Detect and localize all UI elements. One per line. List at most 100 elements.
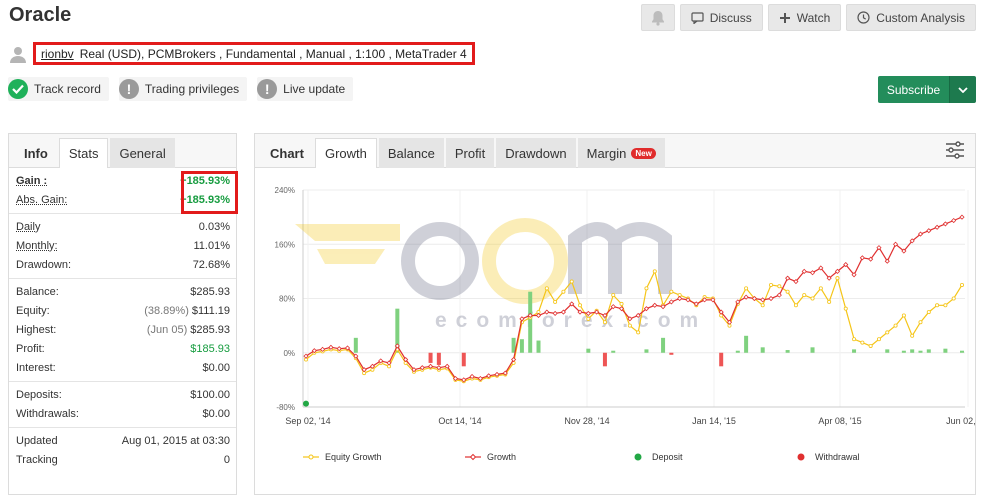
deposit-bar [611,350,616,353]
deposit-bar [536,340,541,353]
watch-label: Watch [796,10,831,25]
x-tick-label: Apr 08, '15 [818,416,861,426]
equity-growth-point [569,279,574,284]
growth-point [942,221,948,227]
tab-general[interactable]: General [110,138,175,168]
badge-live-update[interactable]: ! Live update [257,77,354,101]
equity-growth-point [561,289,566,294]
stat-value: $185.93 [190,342,230,355]
stat-balance: Balance: $285.93 [16,282,230,301]
legend-marker [469,453,477,461]
equity-growth-point [827,299,832,304]
equity-growth-point [876,337,881,342]
badge-label: Trading privileges [144,82,240,96]
stat-label[interactable]: Gain : [16,175,47,187]
gain-highlight-box [181,171,238,214]
exclamation-icon: ! [118,79,139,99]
stat-equity: Equity: (38.89%) $111.19 [16,301,230,320]
equity-growth-point [578,303,583,308]
withdrawal-bar [436,352,441,365]
growth-point [926,228,932,234]
growth-point [934,224,940,230]
tab-info[interactable]: Info [15,138,57,168]
deposit-bar [744,335,749,353]
stat-label: Highest: [16,323,57,336]
equity-growth-point [818,286,823,291]
legend-label: Withdrawal [815,452,860,462]
equity-growth-point [602,320,607,325]
equity-growth-point [852,337,857,342]
check-icon [8,79,28,99]
stat-profit: Profit: $185.93 [16,339,230,358]
account-details: Real (USD), PCMBrokers , Fundamental , M… [79,46,467,61]
y-tick-label: 80% [279,295,295,304]
stat-label: Tracking [16,453,58,466]
tab-margin[interactable]: Margin New [577,138,665,168]
x-tick-label: Oct 14, '14 [438,416,481,426]
x-tick-label: Nov 28, '14 [564,416,609,426]
tab-balance[interactable]: Balance [378,138,444,168]
deposit-bar [644,349,649,353]
new-badge: New [631,147,656,159]
equity-growth-point [835,276,840,281]
badge-trading-privileges[interactable]: ! Trading privileges [118,77,248,101]
notification-button[interactable] [640,4,675,31]
stat-label[interactable]: Monthly: [16,240,58,252]
account-details-box: rionbv Real (USD), PCMBrokers , Fundamen… [33,42,475,65]
username-link[interactable]: rionbv [41,47,74,61]
tab-stats[interactable]: Stats [58,138,109,168]
growth-point [652,302,658,308]
sliders-icon [946,141,964,159]
watch-button[interactable]: Watch [767,4,842,31]
withdrawal-bar [602,352,607,367]
growth-point [859,255,865,261]
withdrawal-bar [428,352,433,363]
stat-highest-date: (Jun 05) [146,323,188,336]
stat-label: Balance: [16,285,59,298]
plus-icon [779,12,790,23]
stat-label[interactable]: Abs. Gain: [16,194,67,206]
deposit-bar [910,349,915,353]
deposit-bar [785,350,790,353]
stat-label[interactable]: Daily [16,221,40,233]
equity-growth-point [652,269,657,274]
equity-growth-point [910,333,915,338]
deposit-bar [528,291,533,353]
equity-growth-point [843,306,848,311]
stat-value: 0 [223,453,230,466]
equity-growth-point [802,293,807,298]
badge-track-record[interactable]: Track record [8,77,109,101]
stat-value: $285.93 [190,285,230,298]
chevron-down-icon [958,86,968,93]
watermark-shape [568,222,672,294]
subscribe-button[interactable]: Subscribe [878,76,949,103]
tab-profit[interactable]: Profit [445,138,495,168]
legend-label: Equity Growth [325,452,382,462]
withdrawal-bar [461,352,466,367]
equity-growth-point [901,313,906,318]
clock-icon [857,11,870,24]
chart-settings-button[interactable] [945,141,965,162]
tab-growth[interactable]: Growth [314,138,377,168]
equity-growth-point [918,320,923,325]
watermark-shape [482,218,568,304]
equity-growth-point [777,284,782,289]
tab-drawdown[interactable]: Drawdown [496,138,576,168]
equity-growth-point [627,323,632,328]
growth-point [959,214,965,220]
subscribe-dropdown-button[interactable] [949,76,976,103]
y-tick-label: 160% [275,240,295,249]
equity-growth-point [669,289,674,294]
equity-growth-point [619,301,624,306]
stat-label: Equity: [16,304,50,317]
comment-icon [691,11,704,24]
watermark-shape [401,222,479,300]
deposit-bar [918,350,923,353]
bell-icon [651,10,664,26]
custom-analysis-button[interactable]: Custom Analysis [846,4,976,31]
stat-group-balance: Balance: $285.93 Equity: (38.89%) $111.19… [9,279,236,382]
equity-growth-point [793,303,798,308]
discuss-button[interactable]: Discuss [679,4,763,31]
tab-chart[interactable]: Chart [261,138,313,168]
growth-point [776,292,782,298]
